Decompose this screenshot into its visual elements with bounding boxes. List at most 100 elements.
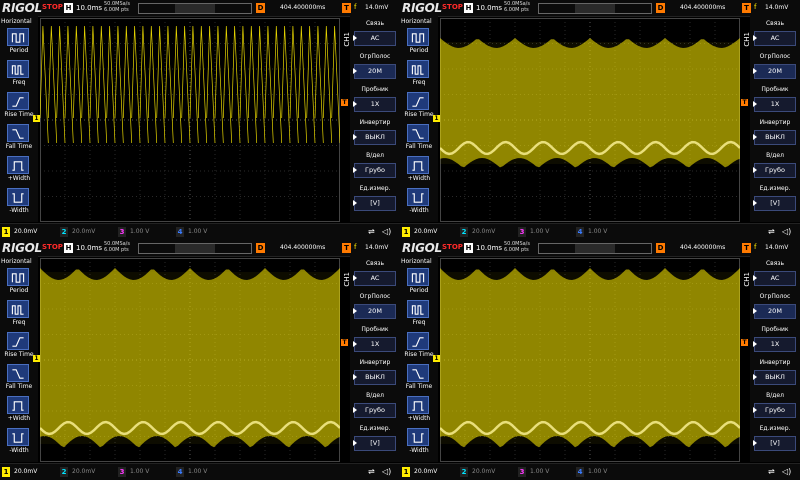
menu-item[interactable]: Инвертир ВЫКЛ [752,357,798,388]
menu-item[interactable]: Связь AC [752,18,798,49]
horizontal-delay[interactable]: 404.400000ms [680,244,725,251]
channel-2-scale[interactable]: 20.0mV [72,228,95,235]
menu-item-value[interactable]: Грубо [354,403,396,418]
menu-item[interactable]: Инвертир ВЫКЛ [352,117,398,148]
trigger-level[interactable]: 14.0mV [765,4,788,11]
ch1-position-marker[interactable]: 1 [33,355,40,362]
menu-item[interactable]: В/дел Грубо [352,390,398,421]
waveform-display[interactable] [40,18,340,222]
channel-1-scale[interactable]: 20.0mV [414,228,437,235]
run-status[interactable]: STOP [42,243,63,251]
channel-3-scale[interactable]: 1.00 V [130,228,149,235]
channel-2-scale[interactable]: 20.0mV [72,468,95,475]
run-status[interactable]: STOP [442,243,463,251]
menu-item[interactable]: Связь AC [352,18,398,49]
channel-4-badge[interactable]: 4 [176,227,184,237]
measure-item[interactable]: Fall Time [0,124,38,156]
menu-item[interactable]: ОгрПолос 20M [752,291,798,322]
menu-item[interactable]: Ед.измер. [V] [752,183,798,214]
menu-item-value[interactable]: ВЫКЛ [354,370,396,385]
measure-item[interactable]: Period [400,268,438,300]
menu-item-value[interactable]: ВЫКЛ [754,130,796,145]
menu-item-value[interactable]: 20M [754,304,796,319]
channel-2-badge[interactable]: 2 [60,467,68,477]
channel-2-badge[interactable]: 2 [60,227,68,237]
measure-item[interactable]: Fall Time [400,364,438,396]
menu-item[interactable]: ОгрПолос 20M [352,291,398,322]
menu-item-value[interactable]: AC [754,271,796,286]
channel-4-badge[interactable]: 4 [576,467,584,477]
channel-1-badge[interactable]: 1 [402,467,410,477]
channel-3-badge[interactable]: 3 [118,467,126,477]
menu-item[interactable]: Ед.измер. [V] [352,183,398,214]
menu-item-value[interactable]: ВЫКЛ [754,370,796,385]
channel-1-badge[interactable]: 1 [2,227,10,237]
measure-item[interactable]: +Width [0,156,38,188]
timebase-value[interactable]: 10.0ms [76,4,102,12]
measure-item[interactable]: Period [0,268,38,300]
menu-item-value[interactable]: 20M [354,304,396,319]
channel-3-scale[interactable]: 1.00 V [130,468,149,475]
menu-item-value[interactable]: 1X [354,97,396,112]
menu-item-value[interactable]: [V] [354,436,396,451]
ch1-position-marker[interactable]: 1 [33,115,40,122]
menu-item-value[interactable]: [V] [754,436,796,451]
menu-item[interactable]: Связь AC [752,258,798,289]
channel-1-scale[interactable]: 20.0mV [14,468,37,475]
menu-item[interactable]: Пробник 1X [752,84,798,115]
trigger-level[interactable]: 14.0mV [365,4,388,11]
horizontal-delay[interactable]: 404.400000ms [680,4,725,11]
ch1-position-marker[interactable]: 1 [433,355,440,362]
menu-item[interactable]: В/дел Грубо [752,390,798,421]
menu-item-value[interactable]: [V] [754,196,796,211]
channel-3-scale[interactable]: 1.00 V [530,468,549,475]
measure-item[interactable]: -Width [0,188,38,220]
measure-item[interactable]: +Width [400,156,438,188]
menu-item-value[interactable]: Грубо [754,163,796,178]
measure-item[interactable]: Freq [400,60,438,92]
measure-item[interactable]: +Width [0,396,38,428]
waveform-display[interactable] [440,258,740,462]
measure-item[interactable]: -Width [0,428,38,460]
menu-item-value[interactable]: 20M [354,64,396,79]
trigger-level[interactable]: 14.0mV [765,244,788,251]
trigger-level-marker[interactable]: T [741,99,748,106]
menu-item-value[interactable]: ВЫКЛ [354,130,396,145]
menu-item-value[interactable]: 1X [754,337,796,352]
channel-1-badge[interactable]: 1 [2,467,10,477]
trigger-level-marker[interactable]: T [341,339,348,346]
timebase-value[interactable]: 10.0ms [76,244,102,252]
channel-2-badge[interactable]: 2 [460,467,468,477]
menu-item[interactable]: Пробник 1X [752,324,798,355]
measure-item[interactable]: Period [0,28,38,60]
menu-item-value[interactable]: 1X [354,337,396,352]
menu-item[interactable]: Пробник 1X [352,324,398,355]
menu-item[interactable]: В/дел Грубо [752,150,798,181]
menu-item[interactable]: В/дел Грубо [352,150,398,181]
channel-4-scale[interactable]: 1.00 V [588,468,607,475]
ch1-position-marker[interactable]: 1 [433,115,440,122]
measure-item[interactable]: Freq [400,300,438,332]
menu-item-value[interactable]: AC [354,31,396,46]
menu-item-value[interactable]: 1X [754,97,796,112]
menu-item[interactable]: Инвертир ВЫКЛ [352,357,398,388]
menu-item[interactable]: Инвертир ВЫКЛ [752,117,798,148]
channel-1-badge[interactable]: 1 [402,227,410,237]
menu-item-value[interactable]: AC [354,271,396,286]
measure-item[interactable]: Freq [0,300,38,332]
waveform-display[interactable] [40,258,340,462]
channel-3-badge[interactable]: 3 [518,467,526,477]
run-status[interactable]: STOP [42,3,63,11]
menu-item[interactable]: Пробник 1X [352,84,398,115]
measure-item[interactable]: +Width [400,396,438,428]
trigger-level-marker[interactable]: T [341,99,348,106]
trigger-level-marker[interactable]: T [741,339,748,346]
menu-item-value[interactable]: 20M [754,64,796,79]
menu-item[interactable]: Ед.измер. [V] [352,423,398,454]
measure-item[interactable]: Period [400,28,438,60]
channel-1-scale[interactable]: 20.0mV [414,468,437,475]
channel-2-badge[interactable]: 2 [460,227,468,237]
waveform-display[interactable] [440,18,740,222]
run-status[interactable]: STOP [442,3,463,11]
channel-3-scale[interactable]: 1.00 V [530,228,549,235]
